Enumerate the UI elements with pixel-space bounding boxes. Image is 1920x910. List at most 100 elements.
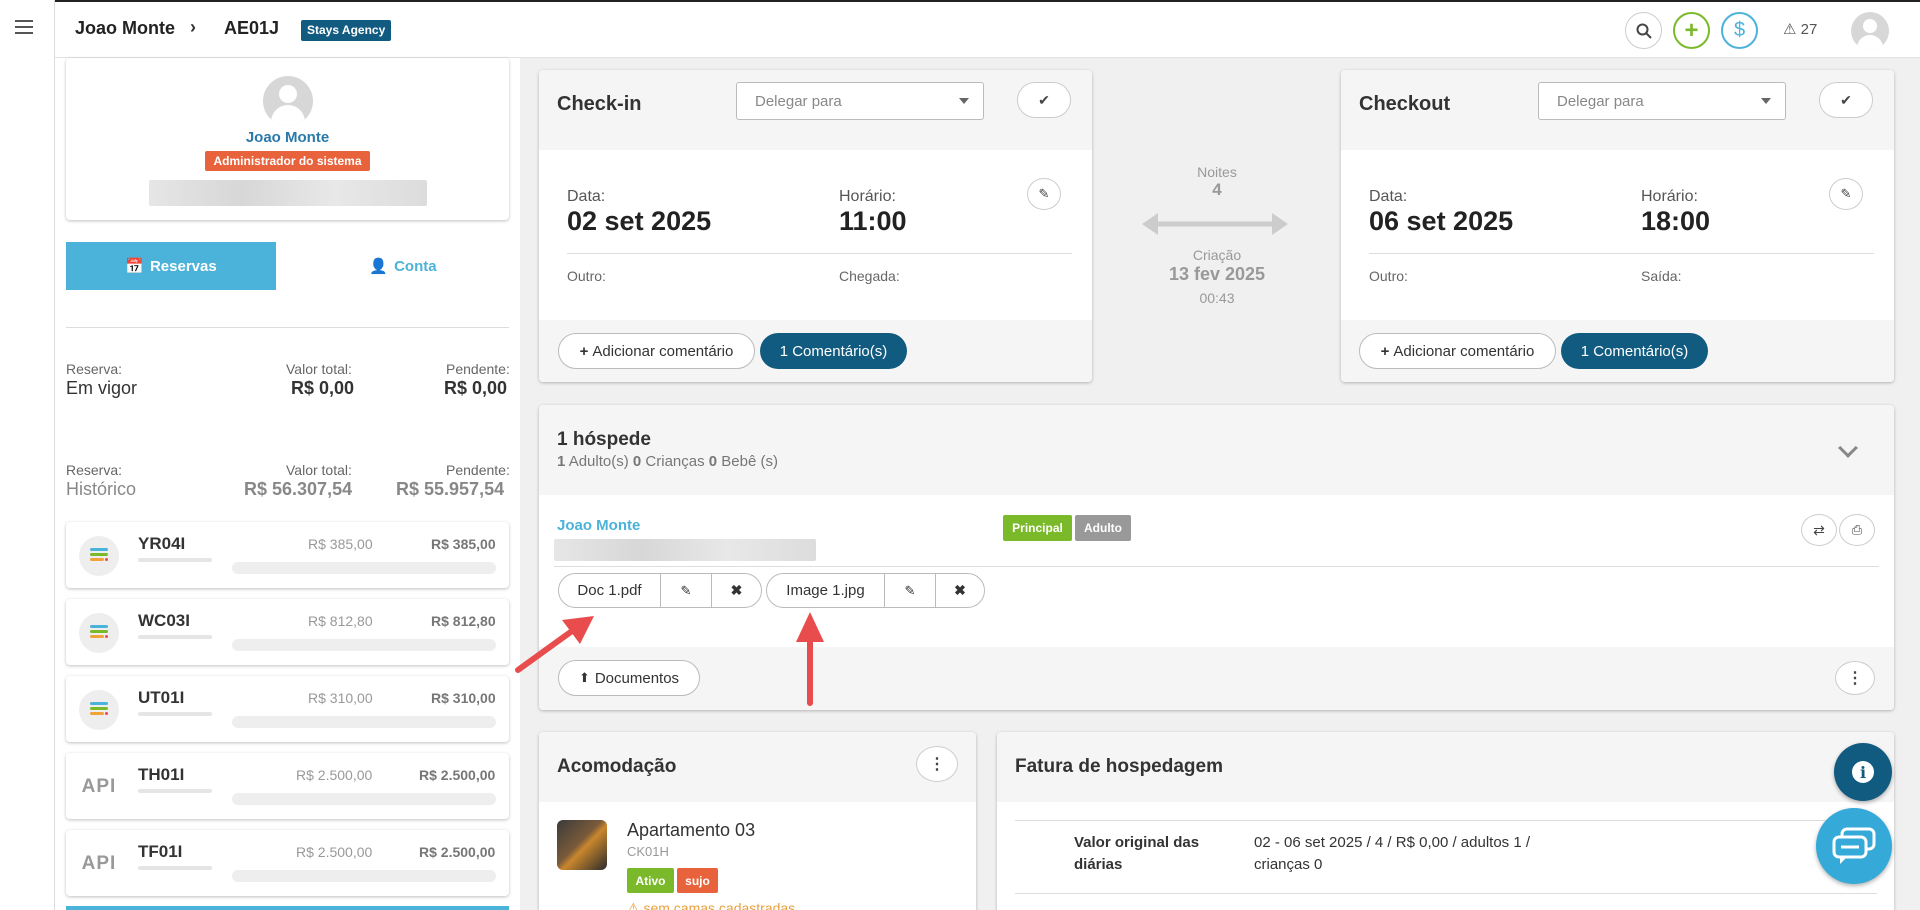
created-time: 00:43 [1199, 290, 1235, 306]
checkout-delegate-placeholder: Delegar para [1557, 92, 1644, 110]
chat-fab[interactable] [1816, 808, 1892, 884]
alerts-button[interactable]: ⚠ 27 [1783, 20, 1817, 38]
close-icon: ✖ [730, 582, 743, 598]
tag-dirty: sujo [677, 868, 718, 893]
checkin-delegate-select[interactable]: Delegar para [736, 82, 984, 120]
reservation-pending: R$ 2.500,00 [419, 767, 496, 783]
reservation-code: TF01I [138, 842, 183, 861]
checkout-add-comment-button[interactable]: + Adicionar comentário [1359, 333, 1556, 369]
breadcrumb-reservation[interactable]: AE01J [224, 18, 279, 39]
annotation-arrow-icon [796, 612, 824, 706]
doc-delete-button[interactable]: ✖ [711, 573, 762, 608]
children-count: 0 [632, 453, 642, 470]
checkin-comments-button[interactable]: 1 Comentário(s) [760, 333, 907, 369]
accommodation-more-button[interactable]: ⋮ [916, 746, 958, 782]
doc-file-button[interactable]: Doc 1.pdf [558, 573, 661, 608]
summary-current-total-label: Valor total: [286, 361, 352, 377]
invoice-card: Fatura de hospedagem Valor original das … [997, 732, 1894, 910]
reservation-pending: R$ 310,00 [431, 690, 496, 706]
pencil-icon: ✎ [904, 582, 916, 598]
apartment-thumbnail[interactable] [557, 820, 607, 870]
reservation-code: TH01I [138, 765, 185, 784]
apartment-code: CK01H [627, 844, 669, 859]
checkout-date-value: 06 set 2025 [1369, 206, 1514, 236]
reservation-pending: R$ 2.500,00 [419, 844, 496, 860]
reservation-card[interactable]: API TF01I R$ 2.500,00 R$ 2.500,00 [66, 830, 509, 896]
user-icon: 👤 [369, 258, 389, 275]
swap-button[interactable]: ⇄ [1801, 514, 1837, 546]
image-delete-button[interactable]: ✖ [935, 573, 985, 608]
tab-conta[interactable]: 👤 Conta [298, 242, 508, 290]
swap-icon: ⇄ [1813, 521, 1825, 538]
doc-edit-button[interactable]: ✎ [660, 573, 712, 608]
search-button[interactable] [1625, 12, 1662, 49]
guests-breakdown: 1 Adulto(s) 0 Crianças 0 Bebê (s) [557, 453, 778, 470]
checkin-date-label: Data: [567, 188, 606, 205]
checkin-edit-button[interactable]: ✎ [1027, 178, 1061, 210]
stack-icon [79, 613, 119, 653]
tag-active: Ativo [627, 868, 674, 893]
agency-badge: Stays Agency [301, 20, 392, 41]
info-fab[interactable]: i [1834, 743, 1892, 801]
reservation-source: API [81, 776, 117, 797]
checkout-card: Checkout Delegar para ✔ Data: 06 set 202… [1341, 70, 1894, 382]
menu-icon[interactable] [15, 20, 33, 34]
summary-history-total-label: Valor total: [286, 462, 352, 478]
add-button[interactable]: + [1673, 12, 1710, 49]
user-avatar[interactable] [1851, 12, 1889, 50]
babies-label: Bebê (s) [721, 453, 778, 470]
reservation-card[interactable]: API TH01I R$ 2.500,00 R$ 2.500,00 [66, 753, 509, 819]
payment-progress-bar [232, 793, 496, 805]
reservation-card[interactable]: YR04I R$ 385,00 R$ 385,00 [66, 522, 509, 588]
nights-label: Noites [1197, 164, 1237, 180]
code-underline [138, 558, 212, 562]
guests-more-button[interactable]: ⋮ [1835, 661, 1875, 695]
apartment-name[interactable]: Apartamento 03 [627, 820, 755, 841]
more-vertical-icon: ⋮ [1847, 670, 1863, 687]
doc1-label: Doc 1.pdf [577, 582, 642, 599]
guest-name[interactable]: Joao Monte [557, 517, 640, 534]
reservation-total: R$ 2.500,00 [296, 844, 373, 860]
guests-card: 1 hóspede 1 Adulto(s) 0 Crianças 0 Bebê … [539, 405, 1894, 710]
image-file-button[interactable]: Image 1.jpg [766, 573, 885, 608]
tag-adult: Adulto [1075, 515, 1131, 541]
invoice-row-value: 02 - 06 set 2025 / 4 / R$ 0,00 / adultos… [1254, 834, 1531, 873]
image-edit-button[interactable]: ✎ [884, 573, 936, 608]
checkin-time-label: Horário: [839, 188, 896, 205]
reservation-pending: R$ 812,80 [431, 613, 496, 629]
reservation-pending: R$ 385,00 [431, 536, 496, 552]
checkout-time-label: Horário: [1641, 188, 1698, 205]
payment-progress-bar [232, 870, 496, 882]
accommodation-card: Acomodação ⋮ Apartamento 03 CK01H Ativo … [539, 732, 976, 910]
close-icon: ✖ [954, 582, 966, 598]
checkin-time-value: 11:00 [839, 206, 907, 236]
profile-name[interactable]: Joao Monte [66, 129, 509, 146]
children-label: Crianças [645, 453, 705, 470]
info-icon: i [1852, 761, 1874, 783]
check-icon: ✔ [1038, 91, 1050, 108]
warning-icon: ⚠ [627, 900, 640, 910]
summary-history-total-value: R$ 56.307,54 [244, 479, 353, 499]
reservation-card[interactable]: WC03I R$ 812,80 R$ 812,80 [66, 599, 509, 665]
summary-history-pending-value: R$ 55.957,54 [396, 479, 505, 499]
tab-reservas[interactable]: 📅 Reservas [66, 242, 276, 290]
adults-count: 1 [557, 453, 566, 470]
checkout-confirm-button[interactable]: ✔ [1819, 82, 1873, 118]
code-underline [138, 866, 212, 870]
checkout-edit-button[interactable]: ✎ [1829, 178, 1863, 210]
checkout-comments-button[interactable]: 1 Comentário(s) [1561, 333, 1708, 369]
doc2-label: Image 1.jpg [786, 582, 865, 599]
add-comment-label: Adicionar comentário [1393, 342, 1535, 360]
babies-count: 0 [708, 453, 718, 470]
checkin-add-comment-button[interactable]: + Adicionar comentário [558, 333, 755, 369]
summary-history-label: Reserva: [66, 462, 123, 478]
print-button[interactable]: ⎙ [1839, 514, 1875, 546]
invoice-row-label: Valor original das diárias [1074, 834, 1200, 873]
checkin-confirm-button[interactable]: ✔ [1017, 82, 1071, 118]
reservation-total: R$ 2.500,00 [296, 767, 373, 783]
finance-button[interactable]: $ [1721, 12, 1758, 49]
reservation-card[interactable]: UT01I R$ 310,00 R$ 310,00 [66, 676, 509, 742]
tag-principal: Principal [1003, 515, 1072, 541]
checkout-delegate-select[interactable]: Delegar para [1538, 82, 1786, 120]
breadcrumb-guest[interactable]: Joao Monte [75, 18, 175, 39]
